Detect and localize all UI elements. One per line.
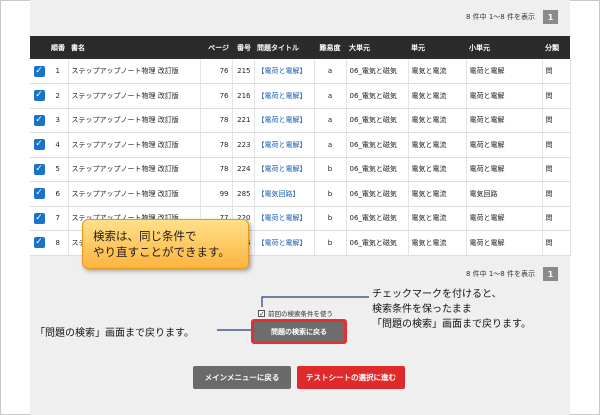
annotation-line-right — [261, 296, 369, 307]
annotation-left: 「問題の検索」画面まで戻ります。 — [35, 328, 194, 339]
annotation-lines — [217, 296, 369, 331]
annotation-right-line-3: 「問題の検索」画面まで戻ります。 — [372, 319, 531, 330]
next-test-sheet-button[interactable]: テストシートの選択に進む — [297, 366, 405, 389]
annotation-right: チェックマークを付けると、 検索条件を保ったまま 「問題の検索」画面まで戻ります… — [372, 287, 531, 332]
annotation-right-line-2: 検索条件を保ったまま — [372, 304, 472, 315]
main-menu-button[interactable]: メインメニューに戻る — [193, 366, 291, 389]
annotation-right-line-1: チェックマークを付けると、 — [372, 289, 502, 300]
